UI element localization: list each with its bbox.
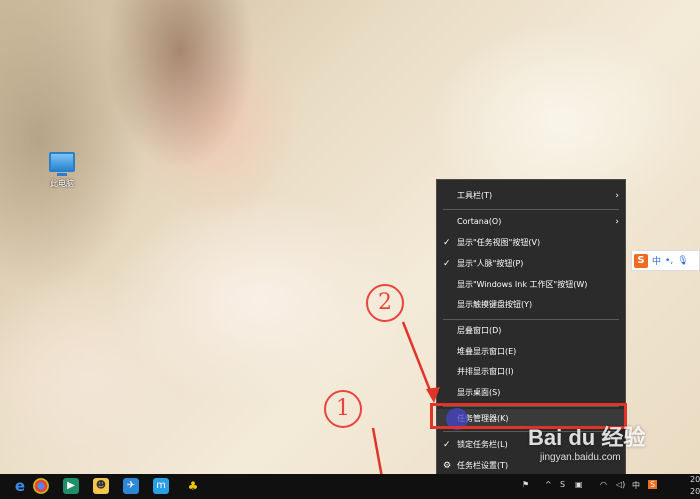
media-player-icon[interactable]: ▶ xyxy=(63,478,79,494)
chrome-icon[interactable] xyxy=(33,478,49,494)
step-1-marker: 1 xyxy=(324,390,362,428)
ime-tray-indicator[interactable]: 中 xyxy=(632,480,640,491)
feather-app-icon[interactable]: ✈ xyxy=(123,478,139,494)
people-icon[interactable]: ⚑ xyxy=(522,480,529,489)
m-app-icon[interactable]: m xyxy=(153,478,169,494)
arrow-2-line xyxy=(401,321,435,399)
baidu-jingyan-watermark: Bai du 经验 jingyan.baidu.com xyxy=(528,420,698,470)
clock-time[interactable]: 20 xyxy=(690,475,700,484)
sogou-tray-icon[interactable]: S xyxy=(560,480,565,489)
volume-icon[interactable]: ◁) xyxy=(616,480,625,489)
network-icon[interactable]: ▣ xyxy=(575,480,583,489)
chevron-up-icon[interactable]: ^ xyxy=(545,480,552,489)
qq-icon[interactable]: ♣ xyxy=(185,478,201,494)
watermark-logo: Bai du 经验 xyxy=(528,425,646,450)
taskbar[interactable]: e ▶ ☻ ✈ m ♣ ⚑ ^ S ▣ ◠ ◁) 中 S 20 20 xyxy=(0,474,700,499)
wifi-icon[interactable]: ◠ xyxy=(600,480,607,489)
arrow-2-head xyxy=(426,387,440,403)
step-2-marker: 2 xyxy=(366,284,404,322)
app-icon[interactable]: ☻ xyxy=(93,478,109,494)
edge-icon[interactable]: e xyxy=(12,478,28,494)
clock-date[interactable]: 20 xyxy=(690,487,700,496)
sogou-tray-logo-icon[interactable]: S xyxy=(648,480,658,489)
watermark-url: jingyan.baidu.com xyxy=(540,452,621,463)
